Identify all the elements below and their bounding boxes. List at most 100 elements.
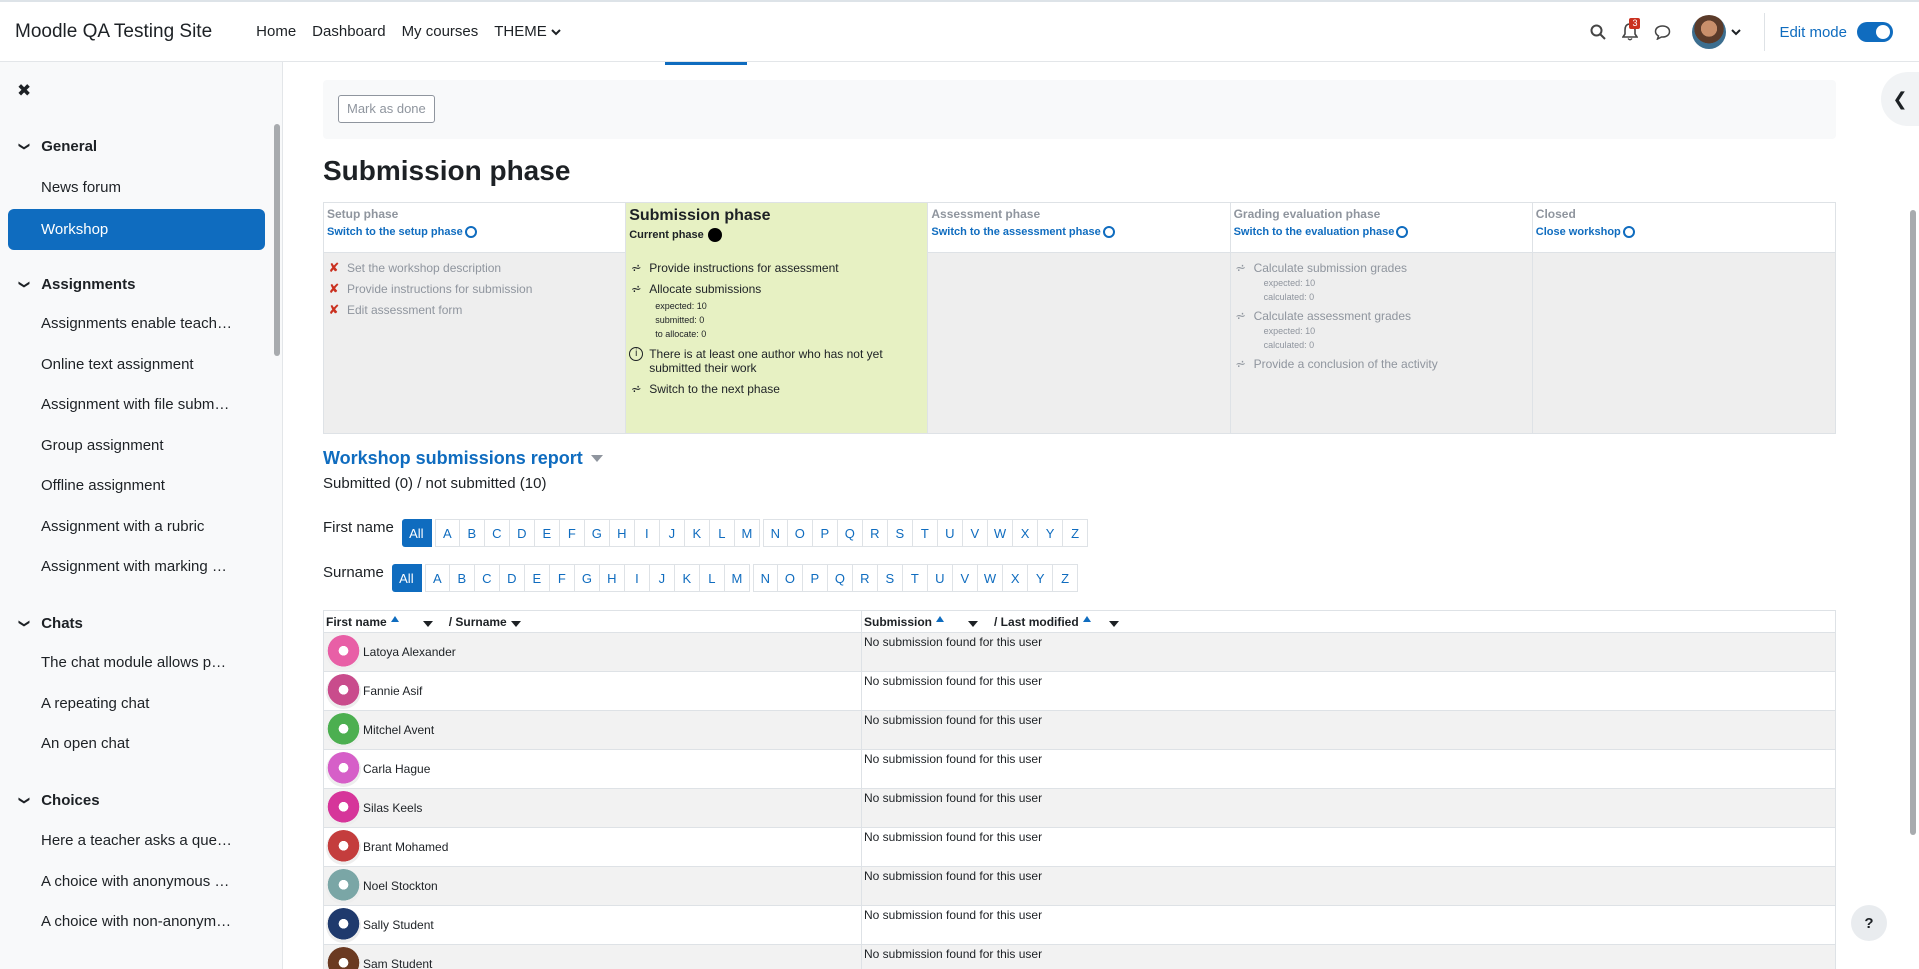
- site-name[interactable]: Moodle QA Testing Site: [15, 21, 212, 43]
- user-fullname-link[interactable]: Noel Stockton: [363, 879, 438, 893]
- firstname-letter-p[interactable]: P: [812, 519, 838, 547]
- sidebar-item[interactable]: Assignment with marking …: [41, 558, 227, 575]
- firstname-letter-d[interactable]: D: [509, 519, 535, 547]
- close-drawer-icon[interactable]: ✖: [17, 81, 31, 101]
- user-fullname-link[interactable]: Silas Keels: [363, 801, 422, 815]
- user-avatar[interactable]: [326, 751, 361, 787]
- firstname-letter-z[interactable]: Z: [1063, 519, 1089, 547]
- sidebar-item-news-forum[interactable]: News forum: [41, 179, 121, 196]
- section-chats[interactable]: ❯ Chats: [18, 615, 83, 632]
- user-avatar[interactable]: [326, 868, 361, 904]
- page-scrollbar[interactable]: [1910, 210, 1916, 835]
- firstname-letter-s[interactable]: S: [887, 519, 913, 547]
- task-label[interactable]: Edit assessment form: [347, 303, 462, 317]
- switch-phase-link[interactable]: Switch to the evaluation phase: [1234, 226, 1529, 238]
- surname-letter-h[interactable]: H: [599, 564, 625, 592]
- sidebar-item[interactable]: A repeating chat: [41, 695, 149, 712]
- surname-letter-v[interactable]: V: [952, 564, 978, 592]
- user-avatar[interactable]: [326, 907, 361, 943]
- firstname-letter-u[interactable]: U: [937, 519, 963, 547]
- user-fullname-link[interactable]: Carla Hague: [363, 762, 430, 776]
- firstname-letter-j[interactable]: J: [659, 519, 685, 547]
- surname-letter-i[interactable]: I: [624, 564, 650, 592]
- switch-phase-link[interactable]: Switch to the assessment phase: [931, 226, 1226, 238]
- user-avatar[interactable]: [326, 946, 361, 969]
- surname-letter-a[interactable]: A: [424, 564, 450, 592]
- sidebar-item[interactable]: Online text assignment: [41, 356, 194, 373]
- surname-letter-b[interactable]: B: [449, 564, 475, 592]
- firstname-letter-b[interactable]: B: [459, 519, 485, 547]
- surname-letter-t[interactable]: T: [902, 564, 928, 592]
- firstname-letter-r[interactable]: R: [862, 519, 888, 547]
- surname-letter-e[interactable]: E: [524, 564, 550, 592]
- sidebar-item[interactable]: A choice with anonymous …: [41, 873, 229, 890]
- surname-letter-w[interactable]: W: [977, 564, 1004, 592]
- surname-letter-j[interactable]: J: [649, 564, 675, 592]
- switch-phase-link[interactable]: Close workshop: [1536, 226, 1832, 238]
- nav-dashboard[interactable]: Dashboard: [304, 23, 393, 40]
- help-button[interactable]: ?: [1851, 905, 1887, 941]
- report-title[interactable]: Workshop submissions report: [323, 448, 603, 469]
- surname-letter-r[interactable]: R: [852, 564, 878, 592]
- task-label[interactable]: Allocate submissions: [649, 282, 761, 296]
- firstname-letter-l[interactable]: L: [709, 519, 735, 547]
- section-general[interactable]: ❯ General: [18, 138, 97, 155]
- search-icon[interactable]: [1582, 16, 1614, 48]
- section-assignments[interactable]: ❯ Assignments: [18, 276, 135, 293]
- firstname-letter-a[interactable]: A: [434, 519, 460, 547]
- user-fullname-link[interactable]: Sam Student: [363, 957, 432, 969]
- surname-letter-x[interactable]: X: [1003, 564, 1029, 592]
- firstname-letter-i[interactable]: I: [634, 519, 660, 547]
- firstname-letter-w[interactable]: W: [987, 519, 1014, 547]
- user-avatar[interactable]: [326, 712, 361, 748]
- user-fullname-link[interactable]: Latoya Alexander: [363, 645, 456, 659]
- nav-my-courses[interactable]: My courses: [394, 23, 487, 40]
- sidebar-item[interactable]: Offline assignment: [41, 477, 165, 494]
- firstname-letter-n[interactable]: N: [762, 519, 788, 547]
- surname-letter-p[interactable]: P: [802, 564, 828, 592]
- task-label[interactable]: Switch to the next phase: [649, 382, 780, 396]
- sidebar-item[interactable]: Group assignment: [41, 437, 164, 454]
- firstname-letter-e[interactable]: E: [534, 519, 560, 547]
- messages-icon[interactable]: [1646, 16, 1678, 48]
- firstname-letter-h[interactable]: H: [609, 519, 635, 547]
- user-avatar[interactable]: [326, 634, 361, 670]
- firstname-letter-f[interactable]: F: [559, 519, 585, 547]
- firstname-all-button[interactable]: All: [401, 519, 432, 547]
- firstname-letter-k[interactable]: K: [684, 519, 710, 547]
- surname-letter-s[interactable]: S: [877, 564, 903, 592]
- nav-theme[interactable]: THEME: [486, 23, 569, 40]
- sort-submission-link[interactable]: Submission: [864, 615, 932, 629]
- task-label[interactable]: Provide instructions for submission: [347, 282, 532, 296]
- sort-firstname-link[interactable]: First name: [326, 615, 387, 629]
- surname-letter-k[interactable]: K: [674, 564, 700, 592]
- surname-letter-u[interactable]: U: [927, 564, 953, 592]
- sidebar-item[interactable]: The chat module allows p…: [41, 654, 226, 671]
- sidebar-item[interactable]: Assignments enable teach…: [41, 315, 232, 332]
- sidebar-item-workshop[interactable]: Workshop: [8, 209, 265, 250]
- task-label[interactable]: Set the workshop description: [347, 261, 501, 275]
- surname-letter-o[interactable]: O: [777, 564, 803, 592]
- nav-home[interactable]: Home: [248, 23, 304, 40]
- surname-letter-q[interactable]: Q: [827, 564, 853, 592]
- notifications-bell-icon[interactable]: 3: [1614, 16, 1646, 48]
- switch-phase-link[interactable]: Switch to the setup phase: [327, 226, 622, 238]
- sidebar-item[interactable]: An open chat: [41, 735, 129, 752]
- sort-surname-link[interactable]: / Surname: [449, 615, 507, 629]
- sidebar-item[interactable]: Here a teacher asks a que…: [41, 832, 232, 849]
- surname-all-button[interactable]: All: [391, 564, 422, 592]
- firstname-letter-v[interactable]: V: [962, 519, 988, 547]
- surname-letter-f[interactable]: F: [549, 564, 575, 592]
- mark-as-done-button[interactable]: Mark as done: [338, 95, 435, 123]
- user-avatar[interactable]: [326, 673, 361, 709]
- sort-modified-link[interactable]: / Last modified: [994, 615, 1079, 629]
- surname-letter-c[interactable]: C: [474, 564, 500, 592]
- collapse-column-icon[interactable]: [422, 620, 433, 627]
- user-avatar[interactable]: [1692, 15, 1727, 49]
- firstname-letter-q[interactable]: Q: [837, 519, 863, 547]
- firstname-letter-x[interactable]: X: [1013, 519, 1039, 547]
- user-menu-chevron-icon[interactable]: [1726, 16, 1746, 48]
- surname-letter-d[interactable]: D: [499, 564, 525, 592]
- surname-letter-z[interactable]: Z: [1053, 564, 1079, 592]
- surname-letter-l[interactable]: L: [699, 564, 725, 592]
